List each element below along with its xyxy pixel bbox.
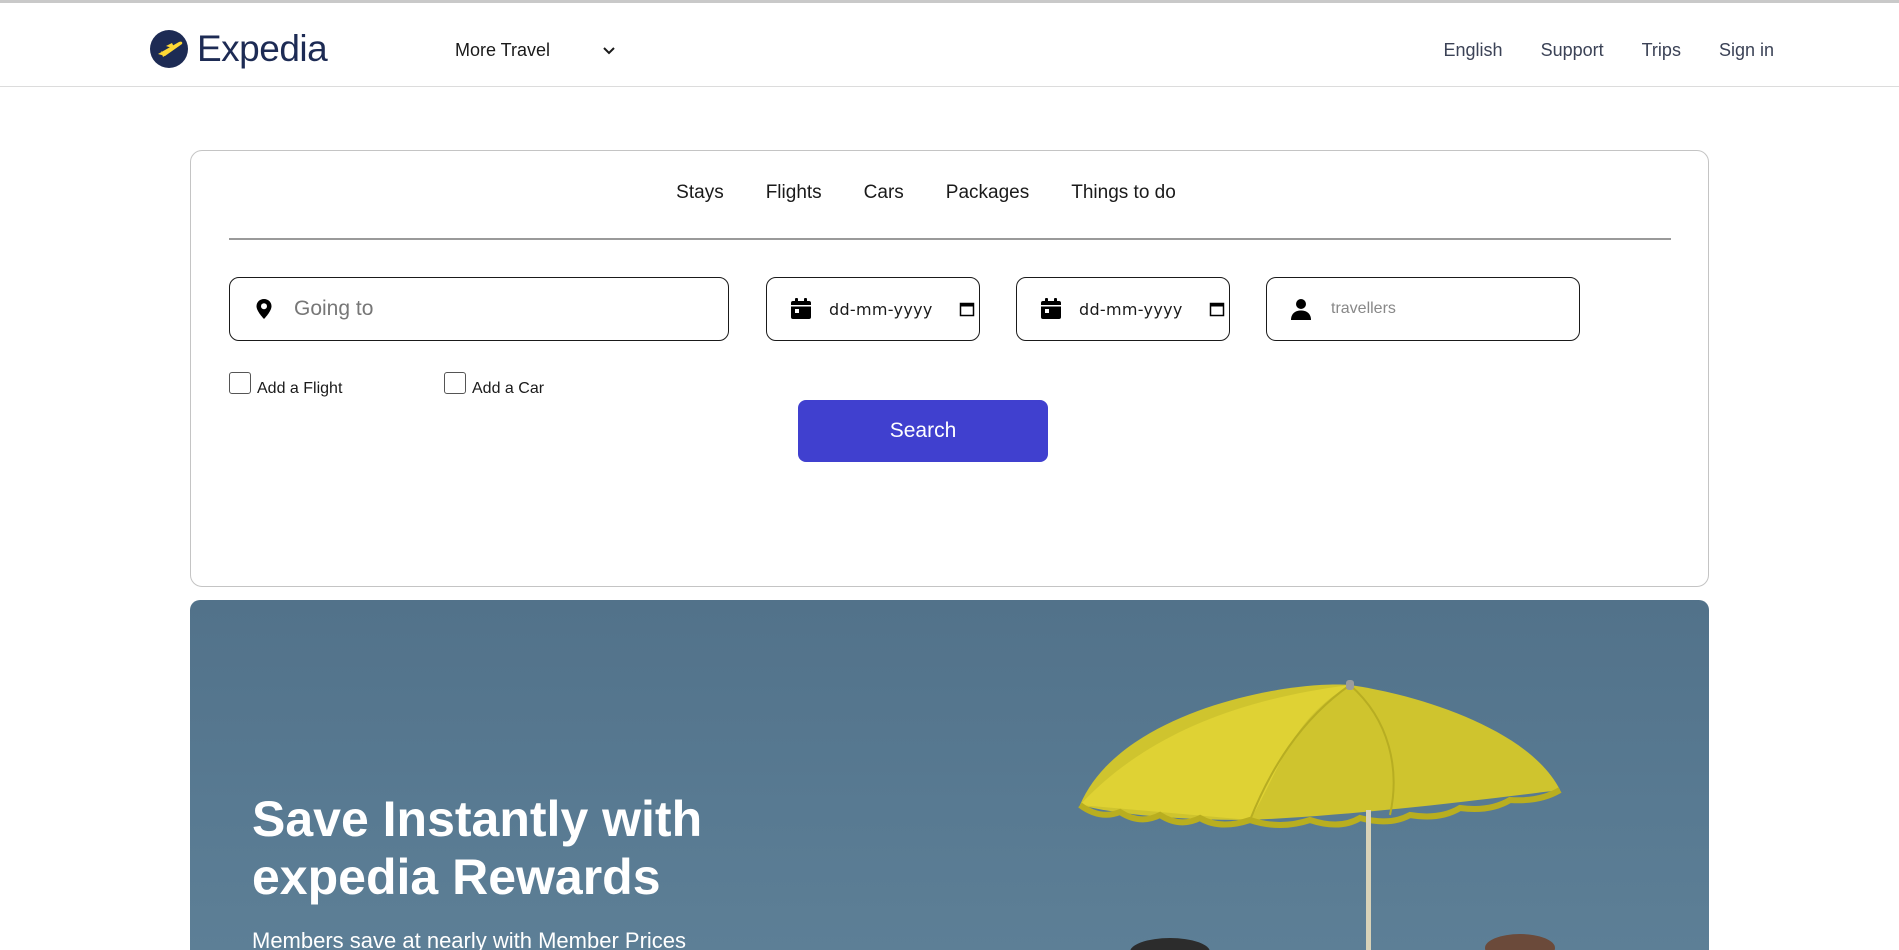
check-out-date-field[interactable]: dd-mm-yyyy: [1016, 277, 1230, 341]
hero-subtitle: Members save at nearly with Member Price…: [252, 928, 687, 950]
going-to-field[interactable]: [229, 277, 729, 341]
check-in-date-value: dd-mm-yyyy: [829, 299, 933, 319]
calendar-icon: [1041, 298, 1061, 319]
add-car-checkbox[interactable]: Add a Car: [444, 372, 544, 398]
search-card: Stays Flights Cars Packages Things to do…: [190, 150, 1709, 587]
add-flight-label: Add a Flight: [257, 380, 343, 397]
person-icon: [1291, 299, 1311, 320]
more-travel-label: More Travel: [455, 40, 551, 60]
tab-packages[interactable]: Packages: [946, 182, 1029, 204]
checkbox-box[interactable]: [229, 372, 251, 394]
header-nav: English Support Trips Sign in: [1444, 40, 1774, 61]
going-to-input[interactable]: [294, 297, 714, 321]
travellers-field[interactable]: [1266, 277, 1580, 341]
date-picker-icon[interactable]: [959, 301, 975, 317]
more-travel-dropdown[interactable]: More Travel: [455, 40, 616, 61]
add-car-label: Add a Car: [472, 380, 545, 397]
site-header: Expedia More Travel English Support Trip…: [0, 3, 1899, 87]
check-in-date-field[interactable]: dd-mm-yyyy: [766, 277, 980, 341]
nav-trips-link[interactable]: Trips: [1642, 40, 1681, 61]
nav-english-link[interactable]: English: [1444, 40, 1503, 61]
rewards-hero-banner: Save Instantly with expedia Rewards Memb…: [190, 600, 1709, 950]
location-pin-icon: [256, 299, 272, 319]
tab-cars[interactable]: Cars: [864, 182, 904, 204]
calendar-icon: [791, 298, 811, 319]
chevron-down-icon: [603, 46, 615, 54]
tab-flights[interactable]: Flights: [766, 182, 822, 204]
search-button[interactable]: Search: [798, 400, 1048, 462]
logo-text: Expedia: [197, 28, 328, 69]
search-tabs: Stays Flights Cars Packages Things to do: [191, 182, 1708, 204]
nav-support-link[interactable]: Support: [1541, 40, 1604, 61]
travellers-input[interactable]: [1331, 300, 1571, 318]
tab-things-to-do[interactable]: Things to do: [1071, 182, 1176, 204]
date-picker-icon[interactable]: [1209, 301, 1225, 317]
nav-sign-in-link[interactable]: Sign in: [1719, 40, 1774, 61]
tab-divider: [229, 238, 1671, 240]
plane-logo-icon: [150, 30, 188, 68]
check-out-date-value: dd-mm-yyyy: [1079, 299, 1183, 319]
checkbox-box[interactable]: [444, 372, 466, 394]
expedia-logo[interactable]: Expedia: [149, 28, 328, 70]
tab-stays[interactable]: Stays: [676, 182, 724, 204]
add-flight-checkbox[interactable]: Add a Flight: [229, 372, 342, 398]
hero-title: Save Instantly with expedia Rewards: [252, 791, 703, 905]
beach-umbrella-image: [1078, 680, 1562, 950]
